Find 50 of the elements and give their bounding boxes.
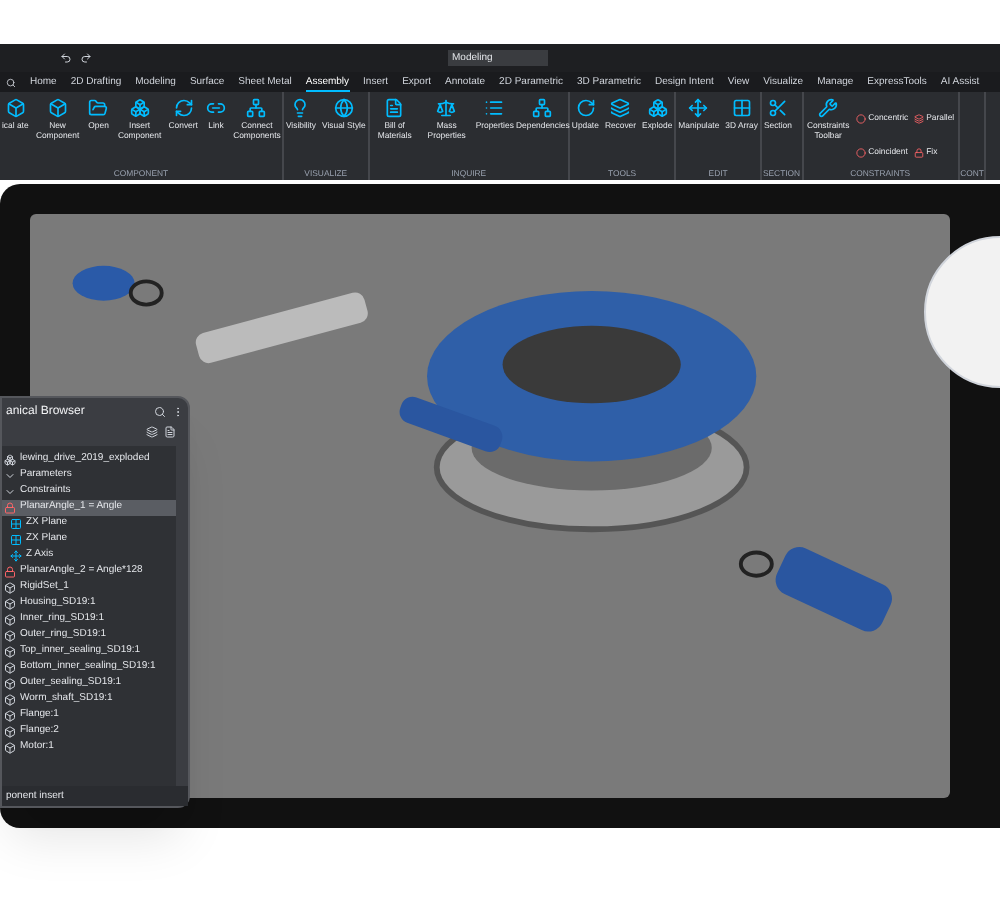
search-icon[interactable] [6, 77, 16, 87]
part-icon [4, 614, 16, 626]
layers-icon [610, 98, 631, 118]
cube-icon [47, 98, 68, 118]
layers-icon[interactable] [146, 426, 158, 438]
lock-icon [4, 566, 16, 578]
part-icon [4, 582, 16, 594]
seal-ring-drawing [738, 550, 774, 578]
part-icon [4, 726, 16, 738]
plane-icon [10, 534, 22, 546]
part-icon [4, 598, 16, 610]
layers-icon [914, 114, 925, 124]
seal-ring-drawing [128, 279, 164, 307]
network-icon [532, 98, 553, 118]
cubes-icon [647, 98, 668, 118]
search-icon[interactable] [154, 406, 166, 418]
cap-drawing [72, 265, 135, 301]
part-icon [4, 742, 16, 754]
link-icon [205, 98, 226, 118]
part-icon [4, 646, 16, 658]
scissors-icon [767, 98, 788, 118]
network-icon [246, 98, 267, 118]
plane-icon [10, 518, 22, 530]
part-icon [4, 630, 16, 642]
refresh-icon [173, 98, 194, 118]
globe-icon [333, 98, 354, 118]
cubes-icon [129, 98, 150, 118]
part-icon [4, 694, 16, 706]
part-icon [4, 710, 16, 722]
move-icon [688, 98, 709, 118]
list-icon [484, 98, 505, 118]
scale-icon [436, 98, 457, 118]
document-icon[interactable] [164, 426, 176, 438]
document-icon [384, 98, 405, 118]
folder-icon [88, 98, 109, 118]
cube-icon [5, 98, 26, 118]
part-icon [4, 662, 16, 674]
assembly-icon [4, 454, 16, 466]
undo-icon[interactable] [60, 52, 72, 64]
axis-icon [10, 550, 22, 562]
lightbulb-icon [290, 98, 311, 118]
rotate-icon [575, 98, 596, 118]
lock-icon [914, 148, 925, 158]
redo-icon[interactable] [80, 52, 92, 64]
part-icon [4, 678, 16, 690]
wrench-icon [818, 98, 839, 118]
grid-icon [731, 98, 752, 118]
circle-icon [856, 148, 867, 158]
lock-icon [4, 502, 16, 514]
circle-icon [856, 114, 867, 124]
